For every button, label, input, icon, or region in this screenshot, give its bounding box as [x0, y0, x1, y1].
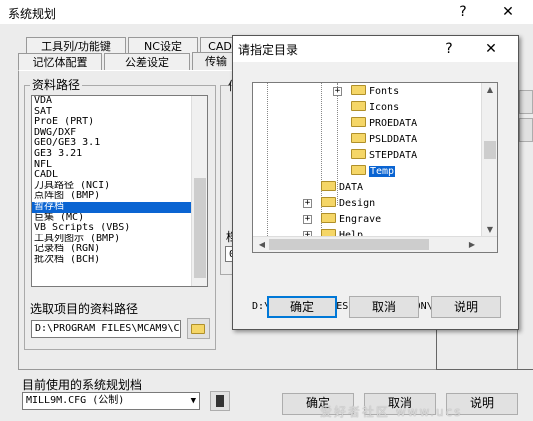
list-item[interactable]: 工具列图示 (BMP) [32, 234, 192, 245]
scroll-right-icon[interactable]: ▶ [465, 240, 479, 249]
list-item[interactable]: SAT [32, 107, 192, 118]
selected-path-field[interactable]: D:\PROGRAM FILES\MCAM9\C [31, 320, 181, 338]
tree-folder-label: PROEDATA [369, 118, 418, 129]
dialog-title-bar: 请指定目录 ? ✕ [233, 36, 518, 62]
file-icon [216, 395, 224, 407]
list-item[interactable]: NFL [32, 160, 192, 171]
tree-folder-label: Fonts [369, 86, 400, 97]
browse-folder-button[interactable] [187, 318, 210, 339]
list-item[interactable]: DWG/DXF [32, 128, 192, 139]
list-item[interactable]: GE3 3.21 [32, 149, 192, 160]
tree-folder-label: Engrave [339, 214, 382, 225]
scroll-up-icon[interactable]: ▲ [483, 85, 497, 94]
list-item[interactable]: 暂存档 [32, 201, 192, 213]
tree-folder-label: DATA [339, 182, 364, 193]
tree-line [267, 83, 268, 238]
expand-icon[interactable]: + [303, 199, 312, 208]
list-item[interactable]: 巨集 (MC) [32, 213, 192, 224]
chevron-down-icon: ▼ [190, 396, 196, 406]
expand-icon[interactable]: + [333, 87, 342, 96]
directory-tree[interactable]: + Fonts Icons PROEDATA PSLDDATA STEPDATA Temp D… [252, 82, 498, 253]
tree-folder-item[interactable]: Design [321, 196, 375, 212]
selected-path-label: 选取项目的资料路径 [30, 302, 139, 316]
folder-icon [351, 85, 366, 95]
list-item[interactable]: 刀具路径 (NCI) [32, 181, 192, 192]
current-config-select[interactable]: MILL9M.CFG (公制) ▼ [22, 392, 200, 410]
scroll-left-icon[interactable]: ◀ [255, 240, 269, 249]
divider [436, 330, 437, 370]
tree-folder-item[interactable]: DATA [321, 180, 363, 196]
folder-icon [351, 133, 366, 143]
folder-icon [351, 101, 366, 111]
watermark: 爱好者社区 www.ucs [320, 405, 463, 419]
tree-folder-label: Icons [369, 102, 400, 113]
list-item[interactable]: 批次档 (BCH) [32, 255, 192, 266]
side-button-1[interactable] [519, 90, 533, 114]
tree-vscroll-thumb[interactable] [484, 141, 496, 159]
dialog-title: 请指定目录 [238, 43, 299, 57]
folder-icon [321, 197, 336, 207]
dialog-ok-button[interactable]: 确定 [267, 296, 337, 318]
folder-icon [321, 181, 336, 191]
list-scrollbar[interactable] [191, 96, 207, 286]
list-item[interactable]: ProE (PRT) [32, 117, 192, 128]
side-button-2[interactable] [519, 118, 533, 142]
tree-folder-item[interactable]: PSLDDATA [351, 132, 417, 148]
current-config-value: MILL9M.CFG (公制) [26, 395, 125, 406]
window-title: 系统规划 [8, 7, 57, 21]
divider [436, 369, 533, 370]
list-item[interactable]: 点阵图 (BMP) [32, 191, 192, 202]
tree-folder-label: PSLDDATA [369, 134, 418, 145]
dialog-help-button[interactable]: 说明 [431, 296, 501, 318]
tree-folder-item[interactable]: Engrave [321, 212, 381, 228]
list-scroll-thumb[interactable] [194, 178, 206, 278]
current-config-label: 目前使用的系统规划档 [22, 378, 143, 392]
list-item[interactable]: 记录档 (RGN) [32, 244, 192, 255]
dialog-cancel-button[interactable]: 取消 [349, 296, 419, 318]
tree-folder-item[interactable]: STEPDATA [351, 148, 417, 164]
tab-tolerance[interactable]: 公差设定 [104, 53, 190, 71]
tab-memory[interactable]: 记忆体配置 [18, 53, 102, 71]
tree-folder-label: Temp [369, 166, 396, 177]
folder-icon [191, 324, 205, 334]
tree-folder-label: Design [339, 198, 376, 209]
folder-icon [351, 149, 366, 159]
close-icon[interactable]: ✕ [497, 2, 519, 22]
tree-hscroll-thumb[interactable] [269, 239, 429, 250]
list-item[interactable]: VB Scripts (VBS) [32, 223, 192, 234]
tree-folder-item[interactable]: Fonts [351, 84, 399, 100]
list-item[interactable]: VDA [32, 96, 192, 107]
scroll-down-icon[interactable]: ▼ [483, 225, 497, 234]
expand-icon[interactable]: + [303, 215, 312, 224]
choose-directory-dialog: 请指定目录 ? ✕ + Fonts Icons PROEDATA PSLDDATA STE… [232, 35, 519, 330]
dialog-help-icon[interactable]: ? [438, 39, 460, 59]
folder-icon [351, 165, 366, 175]
dialog-close-icon[interactable]: ✕ [480, 39, 502, 59]
title-bar: 系统规划 ? ✕ [0, 0, 533, 24]
tree-folder-label: STEPDATA [369, 150, 418, 161]
folder-icon [321, 213, 336, 223]
data-path-group-label: 资料路径 [30, 76, 83, 93]
tree-folder-item[interactable]: Icons [351, 100, 399, 116]
list-item[interactable]: GEO/GE3 3.1 [32, 138, 192, 149]
data-path-list[interactable]: VDA SAT ProE (PRT) DWG/DXF GEO/GE3 3.1 GE3 3.… [31, 95, 208, 287]
help-icon[interactable]: ? [452, 2, 474, 22]
list-item[interactable]: CADL [32, 170, 192, 181]
tree-vscroll[interactable]: ▲ ▼ [481, 83, 497, 238]
save-config-button[interactable] [210, 391, 230, 411]
tree-hscroll[interactable]: ◀ ▶ [253, 236, 497, 252]
tree-folder-item[interactable]: PROEDATA [351, 116, 417, 132]
tree-folder-item[interactable]: Temp [351, 164, 396, 180]
folder-icon [351, 117, 366, 127]
